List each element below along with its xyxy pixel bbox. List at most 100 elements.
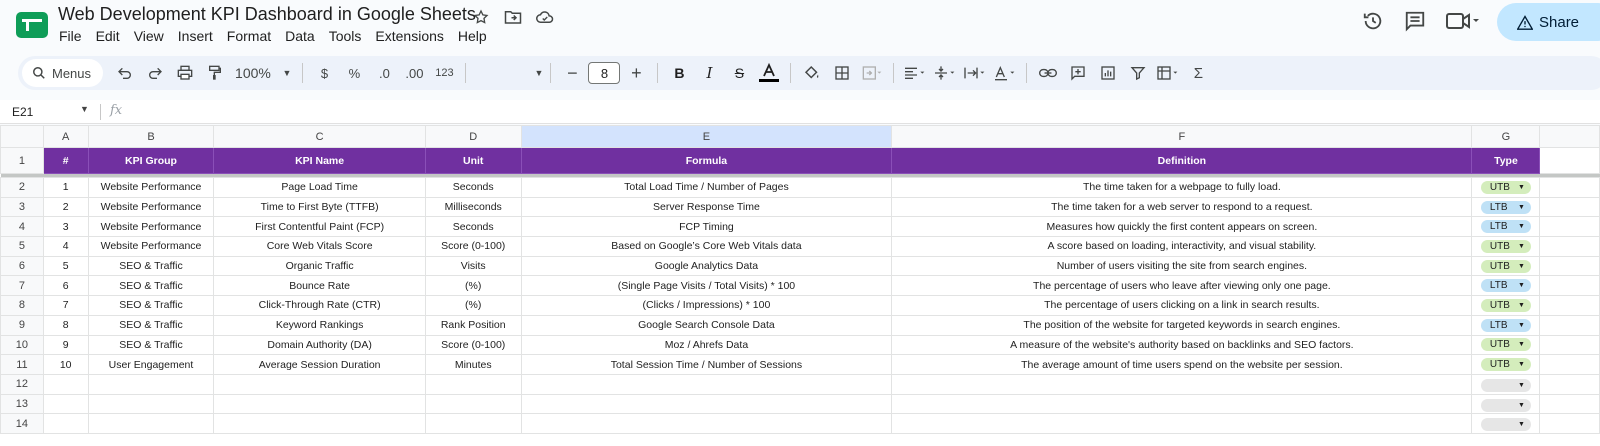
cell[interactable]: 10 [42,354,89,375]
cell[interactable]: (%) [424,295,522,316]
cell[interactable]: Score (0-100) [424,236,522,257]
cell[interactable]: Google Search Console Data [520,314,893,336]
row-header[interactable]: 4 [0,216,44,238]
header-cell[interactable]: KPI Name [213,147,426,174]
cell[interactable]: 8 [42,314,89,336]
cell[interactable] [1539,373,1600,395]
font-size-field[interactable]: 8 [588,59,621,87]
cell[interactable]: 5 [42,255,89,277]
cell[interactable] [42,373,89,395]
cell[interactable]: Website Performance [87,236,215,257]
row-header[interactable]: 9 [0,314,44,336]
cell[interactable]: The position of the website for targeted… [891,314,1473,336]
cell[interactable] [520,373,893,395]
column-header[interactable]: A [42,125,89,148]
align-icon[interactable] [901,59,929,87]
cell[interactable]: Google Analytics Data [520,255,893,277]
type-cell[interactable]: UTB ▼ [1471,236,1541,257]
cell[interactable]: The percentage of users clicking on a li… [891,295,1473,316]
type-dropdown-chip[interactable]: ▼ [1480,378,1531,392]
cell[interactable]: Minutes [424,354,522,375]
cloud-status-icon[interactable] [534,6,556,28]
cell[interactable]: The time taken for a web server to respo… [891,196,1473,218]
cell[interactable]: Total Load Time / Number of Pages [520,177,893,198]
cell[interactable] [1539,354,1600,375]
cell[interactable]: Website Performance [87,177,215,198]
menu-edit[interactable]: Edit [89,28,127,44]
cell[interactable] [424,373,522,395]
menu-file[interactable]: File [52,28,89,44]
font-family-select[interactable]: ▼ [473,59,544,87]
cell[interactable]: 6 [42,275,89,297]
cell[interactable]: 4 [42,236,89,257]
row-header[interactable]: 12 [0,373,44,395]
cell[interactable]: SEO & Traffic [87,295,215,316]
type-cell[interactable]: UTB ▼ [1471,177,1541,198]
cell[interactable]: The time taken for a webpage to fully lo… [891,177,1473,198]
row-header[interactable]: 1 [0,147,44,174]
column-header[interactable]: C [213,125,426,148]
meet-icon[interactable] [1446,10,1480,32]
cell[interactable] [1539,236,1600,257]
row-header[interactable]: 7 [0,275,44,297]
print-icon[interactable] [171,59,199,87]
cell[interactable]: Moz / Ahrefs Data [520,334,893,356]
cell[interactable]: Number of users visiting the site from s… [891,255,1473,277]
type-dropdown-chip[interactable]: LTB ▼ [1480,220,1531,234]
row-header[interactable]: 13 [0,393,44,415]
font-size-decrease-button[interactable]: − [558,59,586,87]
menu-format[interactable]: Format [220,28,278,44]
cell[interactable]: The average amount of time users spend o… [891,354,1473,375]
cell[interactable]: Bounce Rate [213,275,426,297]
sheets-logo-icon[interactable] [16,12,48,38]
cell[interactable]: SEO & Traffic [87,255,215,277]
row-header[interactable]: 6 [0,255,44,277]
number-format-button[interactable]: 123 [430,59,458,87]
cell[interactable] [891,413,1473,434]
header-cell[interactable]: # [42,147,89,174]
cell[interactable] [1539,314,1600,336]
link-icon[interactable] [1034,59,1062,87]
type-dropdown-chip[interactable]: LTB ▼ [1480,279,1531,293]
type-cell[interactable]: ▼ [1471,373,1541,395]
cell[interactable]: 9 [42,334,89,356]
row-header[interactable]: 11 [0,354,44,375]
cell[interactable] [1539,177,1600,198]
column-header-selected[interactable]: E [520,125,893,148]
increase-decimal-button[interactable]: .00 [400,59,428,87]
menu-data[interactable]: Data [278,28,322,44]
row-header[interactable]: 8 [0,295,44,316]
fill-color-icon[interactable] [798,59,826,87]
column-header[interactable]: G [1471,125,1541,148]
cell[interactable]: SEO & Traffic [87,334,215,356]
functions-icon[interactable]: Σ [1184,59,1212,87]
row-header[interactable]: 2 [0,177,44,198]
cell[interactable] [520,413,893,434]
cell[interactable]: Keyword Rankings [213,314,426,336]
type-cell[interactable]: LTB ▼ [1471,196,1541,218]
column-header[interactable]: D [424,125,522,148]
cell[interactable] [1539,413,1600,434]
cell[interactable] [87,373,215,395]
cell[interactable] [1539,334,1600,356]
cell[interactable] [891,393,1473,415]
header-cell[interactable]: Formula [520,147,893,174]
cell[interactable]: (Clicks / Impressions) * 100 [520,295,893,316]
type-cell[interactable]: UTB ▼ [1471,354,1541,375]
filter-views-icon[interactable] [1154,59,1182,87]
cell[interactable] [213,413,426,434]
type-cell[interactable]: UTB ▼ [1471,334,1541,356]
cell[interactable]: Server Response Time [520,196,893,218]
cell[interactable]: Page Load Time [213,177,426,198]
cell[interactable]: Seconds [424,216,522,238]
currency-format-button[interactable]: $ [310,59,338,87]
cell[interactable] [1539,275,1600,297]
cell[interactable]: Core Web Vitals Score [213,236,426,257]
cell[interactable] [213,373,426,395]
cell[interactable]: 7 [42,295,89,316]
cell[interactable] [424,413,522,434]
star-icon[interactable] [470,6,492,28]
cell[interactable]: The percentage of users who leave after … [891,275,1473,297]
borders-icon[interactable] [828,59,856,87]
bold-icon[interactable]: B [665,59,693,87]
